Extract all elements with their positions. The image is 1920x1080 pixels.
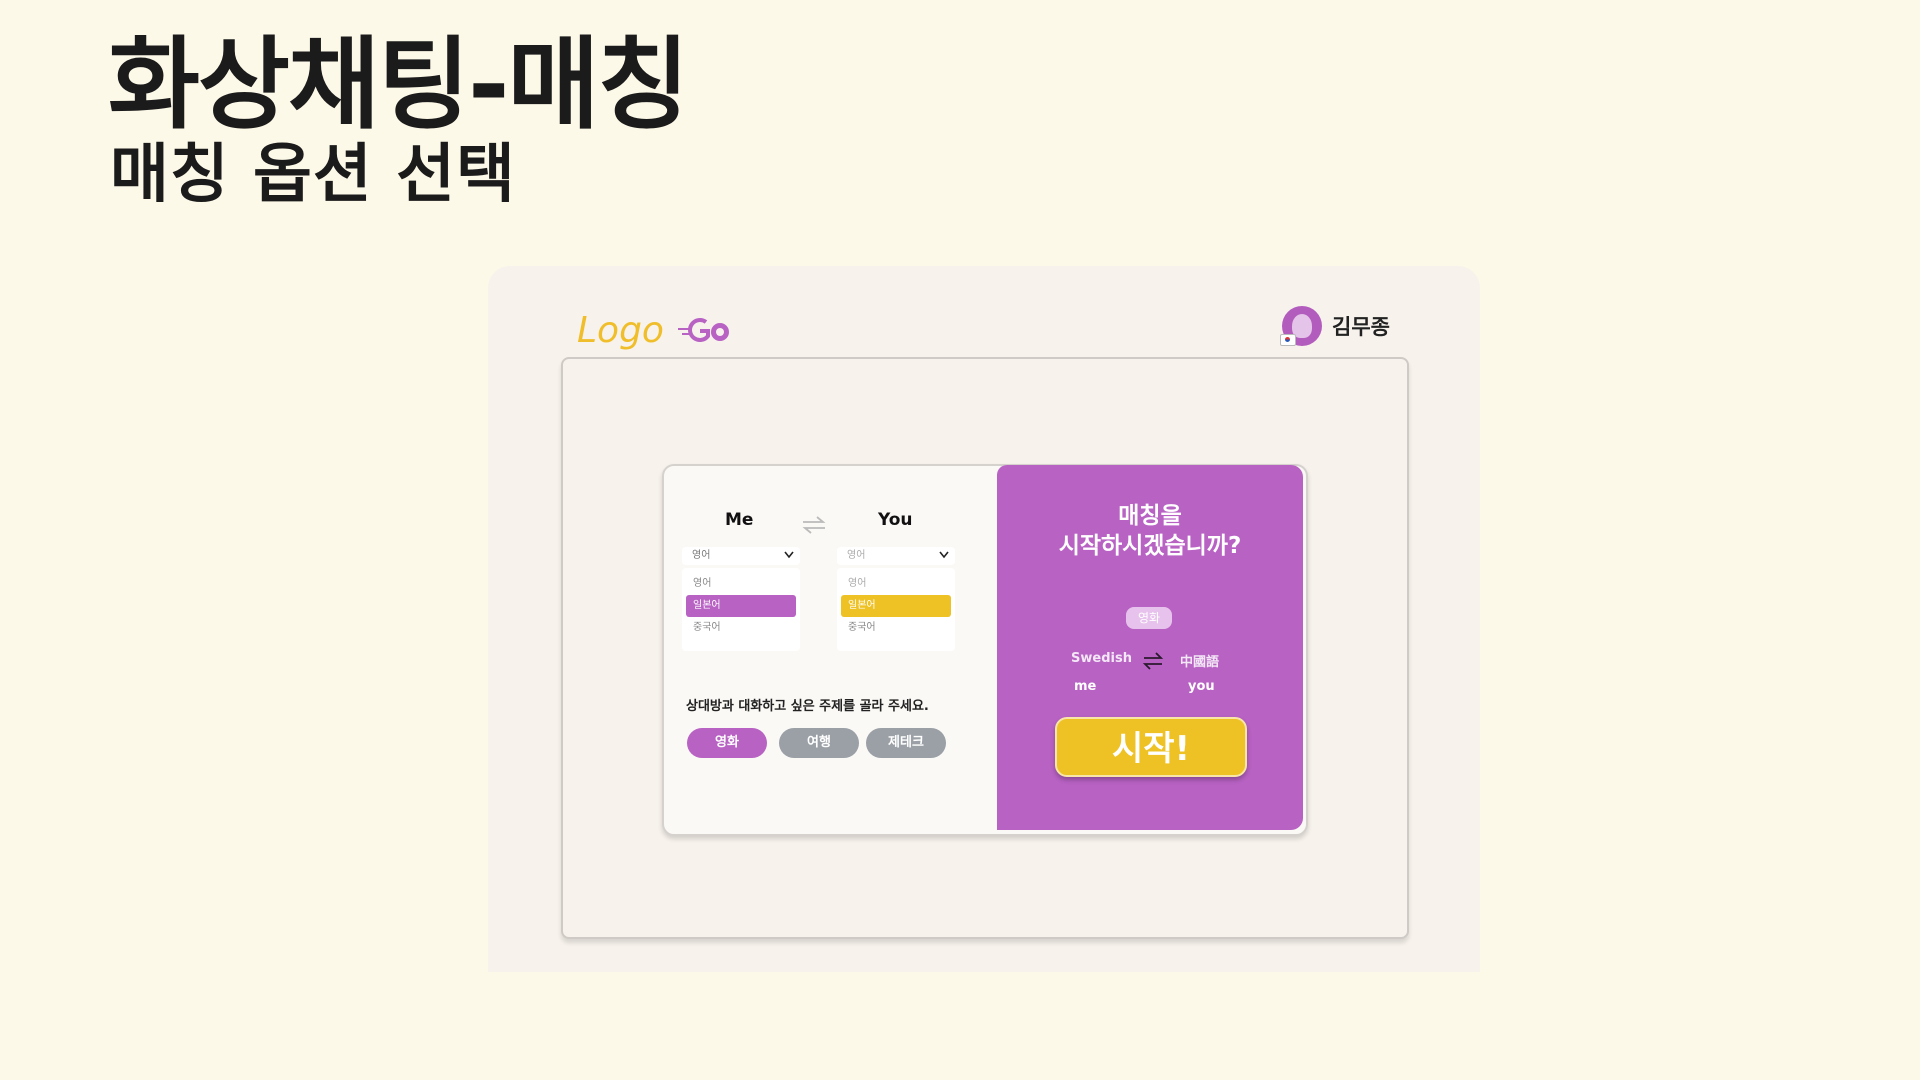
me-select-value: 영어 bbox=[692, 550, 711, 561]
chevron-down-icon bbox=[784, 551, 794, 559]
korea-flag-icon bbox=[1280, 334, 1296, 346]
app-logo[interactable]: Logo bbox=[577, 310, 732, 351]
you-role-label: you bbox=[1188, 679, 1215, 694]
topic-prompt: 상대방과 대화하고 싶은 주제를 골라 주세요. bbox=[686, 699, 929, 714]
you-option-english[interactable]: 영어 bbox=[841, 573, 951, 595]
panel-title: 매칭을 시작하시겠습니까? bbox=[997, 501, 1303, 561]
start-matching-panel: 매칭을 시작하시겠습니까? 영화 Swedish 中國語 me you 시작! bbox=[997, 465, 1303, 830]
you-option-japanese[interactable]: 일본어 bbox=[841, 595, 951, 617]
you-option-chinese[interactable]: 중국어 bbox=[841, 617, 951, 639]
chevron-down-icon bbox=[939, 551, 949, 559]
me-option-chinese[interactable]: 중국어 bbox=[686, 617, 796, 639]
page-title: 화상채팅-매칭 bbox=[108, 26, 690, 143]
user-avatar-icon[interactable] bbox=[1280, 306, 1322, 346]
start-button[interactable]: 시작! bbox=[1055, 717, 1247, 777]
page-subtitle: 매칭 옵션 선택 bbox=[110, 138, 516, 212]
selected-topic-badge: 영화 bbox=[1126, 607, 1172, 629]
topic-chip-movie[interactable]: 영화 bbox=[687, 728, 767, 758]
you-select-value: 영어 bbox=[847, 550, 866, 561]
you-language-options: 영어 일본어 중국어 bbox=[837, 568, 955, 651]
topic-chip-travel[interactable]: 여행 bbox=[779, 728, 859, 758]
go-logo-icon bbox=[677, 317, 729, 342]
logo-text: Logo bbox=[577, 310, 664, 351]
user-name: 김무종 bbox=[1332, 315, 1390, 339]
you-language-select[interactable]: 영어 bbox=[837, 547, 955, 565]
me-language-options: 영어 일본어 중국어 bbox=[682, 568, 800, 651]
you-language-text: 中國語 bbox=[1180, 655, 1220, 670]
topic-chip-finance[interactable]: 제테크 bbox=[866, 728, 946, 758]
user-profile[interactable]: 김무종 bbox=[1280, 306, 1390, 346]
me-label: Me bbox=[725, 510, 754, 530]
swap-arrows-icon[interactable] bbox=[801, 516, 827, 534]
me-language-select[interactable]: 영어 bbox=[682, 547, 800, 565]
me-role-label: me bbox=[1074, 679, 1097, 694]
you-label: You bbox=[878, 510, 913, 530]
me-option-japanese[interactable]: 일본어 bbox=[686, 595, 796, 617]
me-option-english[interactable]: 영어 bbox=[686, 573, 796, 595]
swap-arrows-icon bbox=[1142, 652, 1164, 670]
panel-title-line1: 매칭을 bbox=[1118, 503, 1182, 529]
panel-title-line2: 시작하시겠습니까? bbox=[1058, 533, 1242, 559]
me-language-text: Swedish bbox=[1071, 651, 1132, 666]
